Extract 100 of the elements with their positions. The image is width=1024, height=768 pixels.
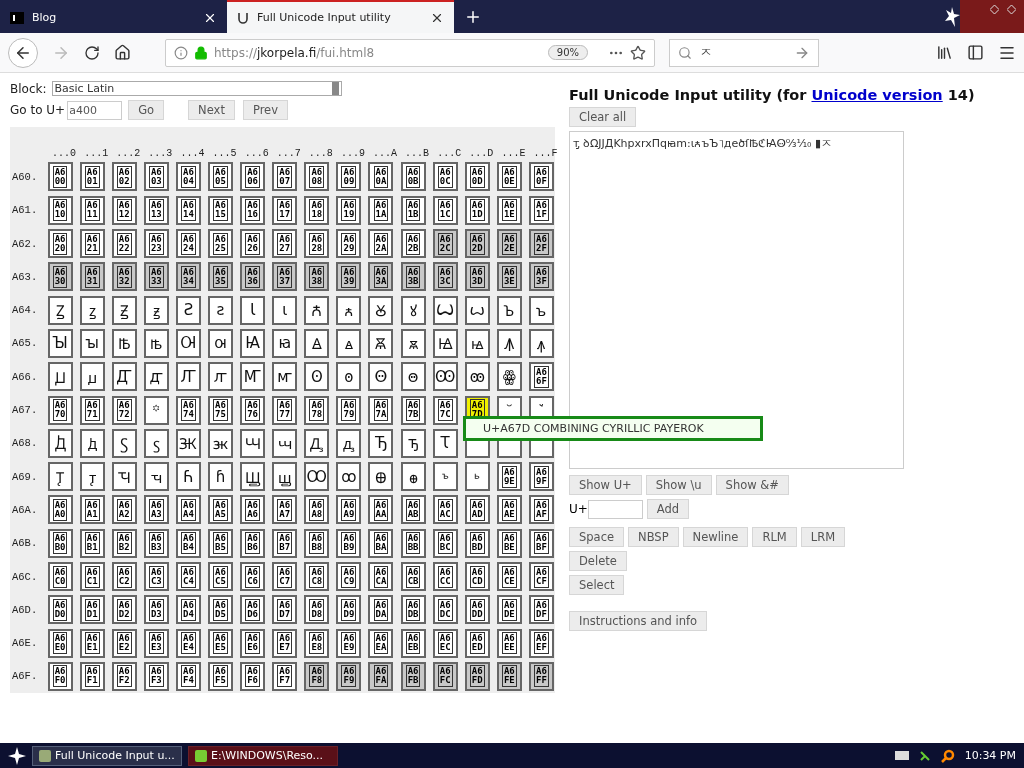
character-button[interactable]: A625	[208, 229, 233, 259]
character-button[interactable]: A62E	[496, 229, 522, 259]
character-button[interactable]: ꚙ	[336, 462, 362, 492]
taskbar-button[interactable]: E:\WINDOWS\Reso...	[188, 745, 338, 766]
character-button[interactable]: A60B	[400, 162, 426, 192]
character-button[interactable]: A603	[143, 162, 169, 192]
character-button[interactable]: ꙁ	[79, 295, 105, 325]
character-button[interactable]: A674	[175, 395, 201, 425]
character-button[interactable]: ꚃ	[143, 428, 169, 458]
nav-button[interactable]: Go	[128, 100, 165, 120]
character-button[interactable]: A600	[47, 162, 73, 192]
character-button[interactable]: A66F	[528, 362, 554, 392]
character-button[interactable]: A61E	[496, 195, 522, 225]
character-button[interactable]: A69F	[528, 462, 554, 492]
character-button[interactable]: A6D8	[304, 595, 330, 625]
character-button[interactable]: A6F6	[240, 661, 266, 691]
character-button[interactable]: A6E4	[175, 628, 201, 658]
character-button[interactable]: Ꙡ	[47, 362, 73, 392]
library-icon[interactable]	[936, 44, 953, 61]
character-button[interactable]: ꙳	[143, 395, 169, 425]
character-button[interactable]: A61C	[432, 195, 458, 225]
character-button[interactable]: A6FC	[432, 661, 458, 691]
character-button[interactable]: A618	[304, 195, 330, 225]
character-button[interactable]: A616	[240, 195, 266, 225]
character-button[interactable]: A632	[111, 262, 137, 292]
character-button[interactable]: Ꙟ	[496, 328, 522, 358]
character-button[interactable]: A6EC	[432, 628, 458, 658]
character-button[interactable]: A6FE	[496, 661, 522, 691]
character-button[interactable]: A609	[336, 162, 362, 192]
character-button[interactable]: A637	[272, 262, 298, 292]
character-button[interactable]: Ꙥ	[175, 362, 201, 392]
character-button[interactable]: Ꚃ	[111, 428, 137, 458]
character-button[interactable]: A638	[304, 262, 330, 292]
character-button[interactable]: Ꚗ	[240, 462, 266, 492]
nav-button[interactable]: Next	[188, 100, 235, 120]
character-button[interactable]: A6DE	[496, 595, 522, 625]
character-button[interactable]: Ꚅ	[175, 428, 201, 458]
character-button[interactable]: A6CB	[400, 562, 426, 591]
insert-button[interactable]: RLM	[752, 527, 797, 547]
character-button[interactable]: A6BD	[464, 528, 490, 558]
character-button[interactable]: ꚗ	[272, 462, 298, 492]
character-button[interactable]: A62B	[400, 229, 426, 259]
character-button[interactable]: A6A2	[111, 495, 137, 525]
reload-icon[interactable]	[84, 44, 100, 61]
character-button[interactable]: A62C	[432, 229, 458, 259]
character-button[interactable]: ꚛ	[400, 462, 426, 492]
character-button[interactable]: A671	[79, 395, 105, 425]
character-button[interactable]: A67C	[432, 395, 458, 425]
character-button[interactable]: A608	[304, 162, 330, 192]
character-button[interactable]: A6E6	[240, 628, 266, 658]
character-button[interactable]: A6D9	[336, 595, 362, 625]
character-button[interactable]: A620	[47, 229, 73, 259]
character-button[interactable]: A635	[208, 262, 233, 292]
character-button[interactable]: ꙛ	[400, 328, 426, 358]
character-button[interactable]: Ꚁ	[47, 428, 73, 458]
character-button[interactable]: A6CA	[368, 562, 394, 591]
character-button[interactable]: A63D	[464, 262, 490, 292]
character-button[interactable]: A670	[47, 395, 73, 425]
character-button[interactable]: Ꙑ	[47, 328, 73, 358]
character-button[interactable]: A6AA	[368, 495, 394, 525]
character-button[interactable]: A6CE	[496, 562, 522, 591]
character-button[interactable]: A6EF	[528, 628, 554, 658]
character-button[interactable]: ꙃ	[143, 295, 169, 325]
character-button[interactable]: ꚓ	[143, 462, 169, 492]
character-button[interactable]: A60F	[528, 162, 554, 192]
character-button[interactable]: A6F5	[208, 661, 233, 691]
character-button[interactable]: ꙙ	[336, 328, 362, 358]
character-button[interactable]: ꙟ	[528, 328, 554, 358]
sidebar-icon[interactable]	[967, 44, 984, 61]
character-button[interactable]: A634	[175, 262, 201, 292]
character-button[interactable]: ꙥ	[208, 362, 233, 392]
maximize-icon[interactable]	[1007, 5, 1016, 14]
start-icon[interactable]	[8, 746, 26, 765]
character-button[interactable]: ꚝ	[464, 462, 490, 492]
character-button[interactable]: Ꙛ	[368, 328, 394, 358]
character-button[interactable]: Ꙇ	[240, 295, 266, 325]
character-button[interactable]: A614	[175, 195, 201, 225]
character-button[interactable]: A6FB	[400, 661, 426, 691]
character-button[interactable]: Ꙅ	[175, 295, 201, 325]
character-button[interactable]: A6FA	[368, 661, 394, 691]
character-button[interactable]: Ꙭ	[432, 362, 458, 392]
nav-button[interactable]: Prev	[242, 100, 288, 120]
character-button[interactable]: A60A	[368, 162, 394, 192]
add-input[interactable]	[587, 499, 643, 519]
character-button[interactable]: A678	[304, 395, 330, 425]
character-button[interactable]: A6D7	[272, 595, 298, 625]
minimize-icon[interactable]	[990, 5, 999, 14]
character-button[interactable]: A6C4	[175, 562, 201, 591]
character-button[interactable]: Ꚛ	[368, 462, 394, 492]
character-button[interactable]: A6E2	[111, 628, 137, 658]
character-button[interactable]: A629	[336, 229, 362, 259]
character-button[interactable]: A6D1	[79, 595, 105, 625]
character-button[interactable]: A677	[272, 395, 298, 425]
character-button[interactable]: A6FD	[464, 661, 490, 691]
character-button[interactable]: A6B7	[272, 528, 298, 558]
character-button[interactable]: Ꙃ	[111, 295, 137, 325]
character-button[interactable]: ꚅ	[208, 428, 233, 458]
character-button[interactable]: A633	[143, 262, 169, 292]
character-button[interactable]: A6EB	[400, 628, 426, 658]
character-button[interactable]: A6BB	[400, 528, 426, 558]
